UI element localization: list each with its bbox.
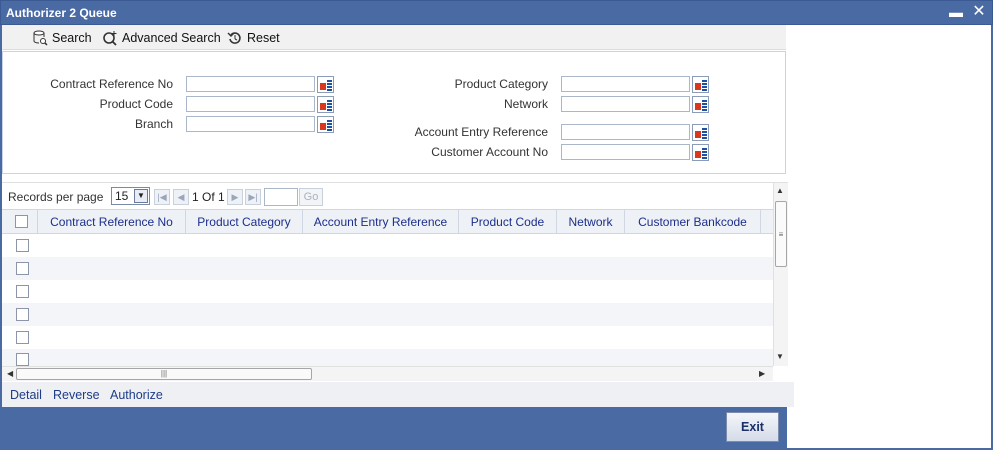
- records-per-page-value: 15: [115, 189, 129, 203]
- branch-label: Branch: [134, 117, 173, 131]
- branch-input[interactable]: [186, 116, 315, 132]
- network-lov-icon[interactable]: [692, 96, 709, 113]
- account-entry-reference-label: Account Entry Reference: [414, 125, 548, 139]
- grid-header: Contract Reference No Product Category A…: [2, 209, 773, 234]
- chevron-down-icon: ▼: [134, 189, 148, 203]
- exit-button[interactable]: Exit: [726, 412, 779, 442]
- reverse-link[interactable]: Reverse: [53, 388, 100, 402]
- scroll-up-icon[interactable]: ▲: [776, 186, 784, 195]
- close-icon[interactable]: ✕: [970, 3, 988, 21]
- detail-link[interactable]: Detail: [10, 388, 42, 402]
- records-per-page-select[interactable]: 15 ▼: [111, 187, 150, 205]
- column-header[interactable]: Customer Bankcode: [625, 210, 761, 234]
- last-page-icon[interactable]: ▶|: [245, 189, 261, 205]
- authorize-link[interactable]: Authorize: [110, 388, 163, 402]
- scroll-left-icon[interactable]: ◀: [7, 369, 13, 378]
- pager: Records per page 15 ▼ |◀ ◀ 1 Of 1 ▶ ▶| G…: [2, 183, 773, 209]
- reset-label: Reset: [247, 31, 280, 45]
- window-title: Authorizer 2 Queue: [6, 6, 117, 20]
- window-titlebar: Authorizer 2 Queue ▬ ✕: [0, 0, 993, 25]
- row-checkbox[interactable]: [16, 331, 29, 344]
- table-row: [2, 303, 773, 326]
- account-entry-reference-lov-icon[interactable]: [692, 124, 709, 141]
- network-label: Network: [503, 97, 548, 111]
- table-row: [2, 280, 773, 303]
- advanced-search-icon: [102, 30, 118, 46]
- column-header[interactable]: Contract Reference No: [38, 210, 186, 234]
- vertical-scroll-thumb[interactable]: ≡: [775, 201, 787, 267]
- search-label: Search: [52, 31, 92, 45]
- row-checkbox[interactable]: [16, 353, 29, 366]
- branch-lov-icon[interactable]: [317, 116, 334, 133]
- first-page-icon[interactable]: |◀: [154, 189, 170, 205]
- reset-icon: [227, 30, 243, 46]
- search-button[interactable]: Search: [32, 29, 92, 47]
- footer-bar: Exit: [2, 407, 787, 448]
- database-search-icon: [32, 30, 48, 46]
- customer-account-no-label: Customer Account No: [431, 145, 548, 159]
- column-header[interactable]: Account Entry Reference: [303, 210, 459, 234]
- customer-account-no-input[interactable]: [561, 144, 690, 160]
- records-per-page-label: Records per page: [8, 190, 104, 204]
- product-code-label: Product Code: [99, 97, 173, 111]
- product-category-input[interactable]: [561, 76, 690, 92]
- network-input[interactable]: [561, 96, 690, 112]
- customer-account-no-lov-icon[interactable]: [692, 144, 709, 161]
- table-row: [2, 234, 773, 257]
- reset-button[interactable]: Reset: [227, 29, 280, 47]
- toolbar: Search Advanced Search Reset: [2, 25, 786, 50]
- product-code-input[interactable]: [186, 96, 315, 112]
- column-header[interactable]: Product Code: [459, 210, 557, 234]
- goto-page-input[interactable]: [264, 188, 298, 206]
- account-entry-reference-input[interactable]: [561, 124, 690, 140]
- table-row: [2, 349, 773, 366]
- horizontal-scroll-thumb[interactable]: |||: [16, 368, 312, 380]
- select-all-cell: [2, 210, 38, 234]
- row-checkbox[interactable]: [16, 262, 29, 275]
- search-criteria-panel: Contract Reference No Product Code Branc…: [2, 51, 786, 174]
- row-checkbox[interactable]: [16, 308, 29, 321]
- product-category-lov-icon[interactable]: [692, 76, 709, 93]
- contract-reference-no-lov-icon[interactable]: [317, 76, 334, 93]
- column-header[interactable]: Network: [557, 210, 625, 234]
- select-all-checkbox[interactable]: [15, 215, 28, 228]
- contract-reference-no-input[interactable]: [186, 76, 315, 92]
- horizontal-scrollbar[interactable]: ◀ ||| ▶: [2, 366, 773, 381]
- vertical-scrollbar[interactable]: ▲ ≡ ▼: [773, 183, 788, 366]
- row-checkbox[interactable]: [16, 285, 29, 298]
- next-page-icon[interactable]: ▶: [227, 189, 243, 205]
- go-button[interactable]: Go: [299, 188, 323, 206]
- contract-reference-no-label: Contract Reference No: [50, 77, 173, 91]
- previous-page-icon[interactable]: ◀: [173, 189, 189, 205]
- product-code-lov-icon[interactable]: [317, 96, 334, 113]
- page-info: 1 Of 1: [192, 190, 225, 204]
- scroll-right-icon[interactable]: ▶: [759, 369, 765, 378]
- advanced-search-button[interactable]: Advanced Search: [102, 29, 221, 47]
- results-grid-panel: Records per page 15 ▼ |◀ ◀ 1 Of 1 ▶ ▶| G…: [2, 182, 788, 382]
- table-row: [2, 257, 773, 280]
- product-category-label: Product Category: [454, 77, 548, 91]
- table-row: [2, 326, 773, 349]
- action-bar: Detail Reverse Authorize: [2, 382, 794, 407]
- row-checkbox[interactable]: [16, 239, 29, 252]
- minimize-icon[interactable]: ▬: [947, 3, 965, 21]
- advanced-search-label: Advanced Search: [122, 31, 221, 45]
- scroll-down-icon[interactable]: ▼: [776, 352, 784, 361]
- column-header[interactable]: Product Category: [186, 210, 303, 234]
